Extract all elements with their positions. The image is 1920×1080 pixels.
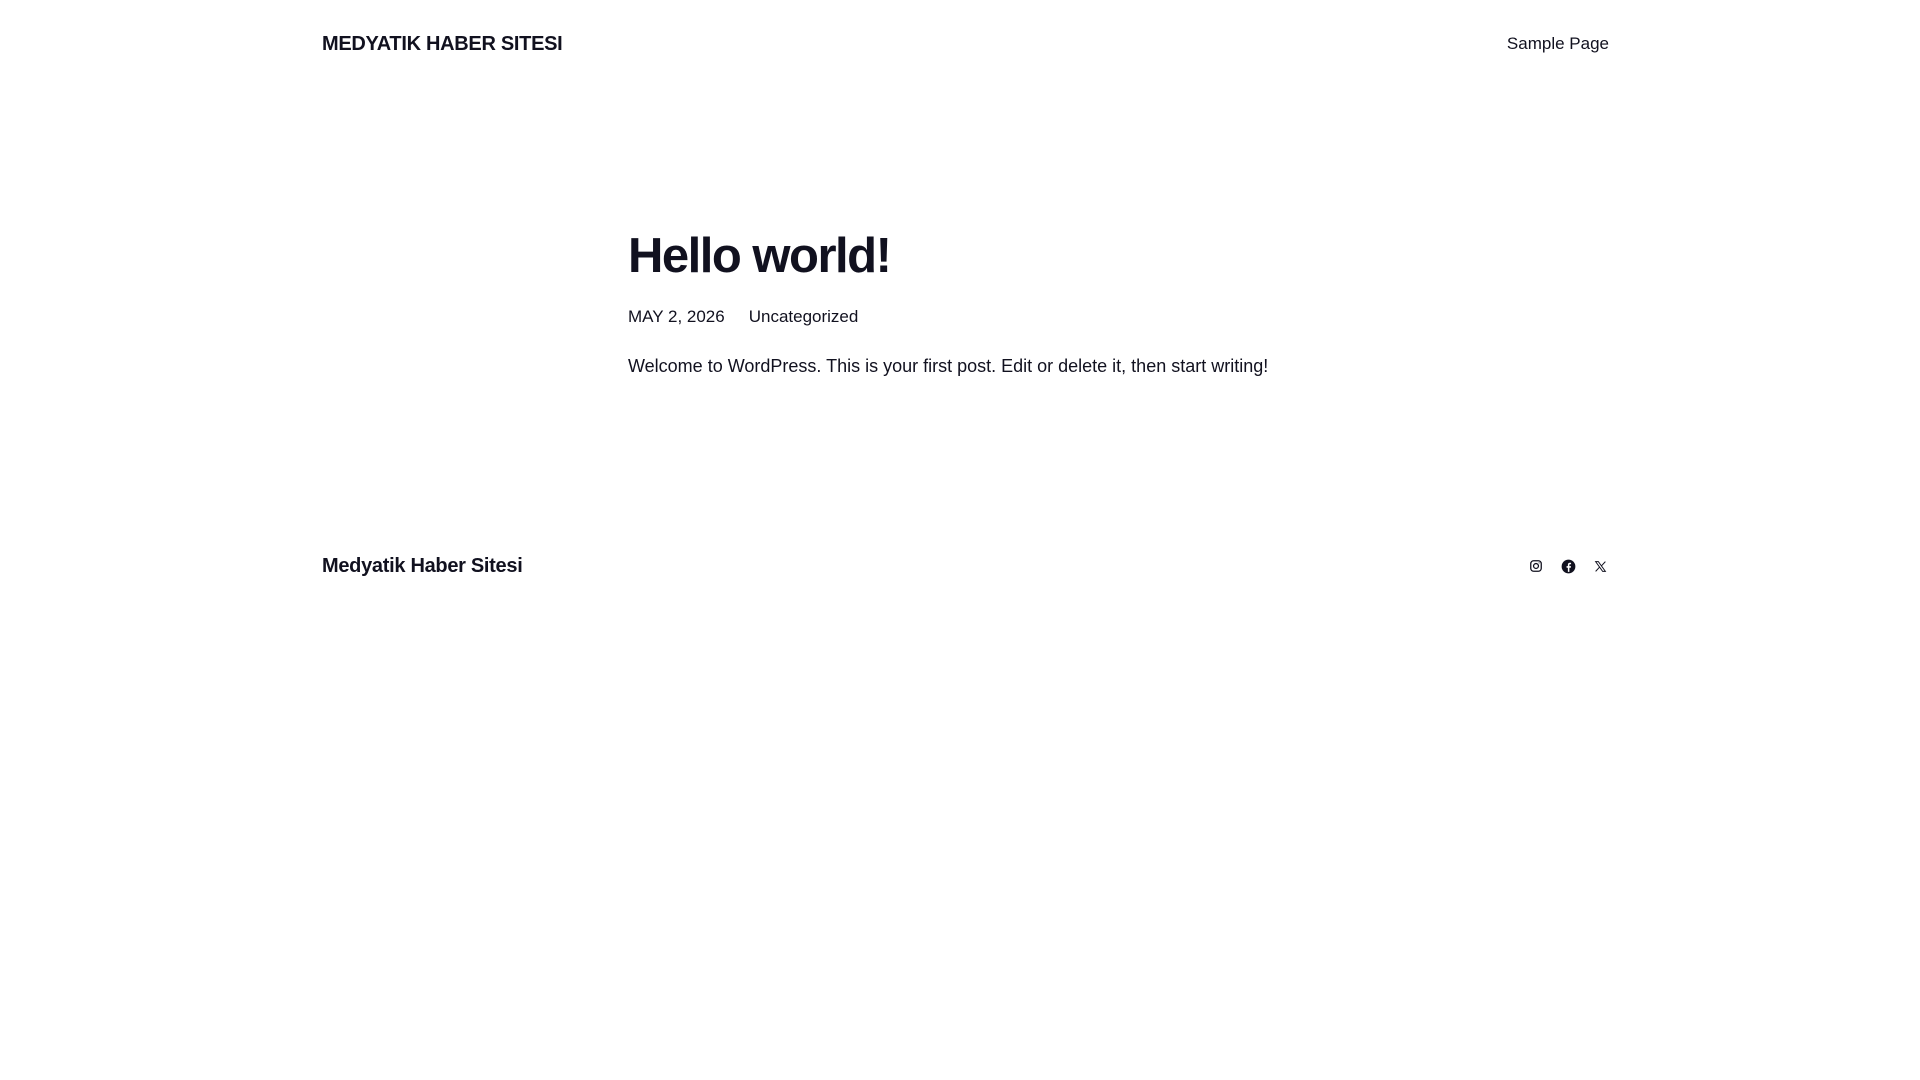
primary-nav: Sample Page bbox=[1507, 34, 1609, 54]
x-twitter-icon bbox=[1594, 560, 1607, 573]
post-title[interactable]: Hello world! bbox=[628, 222, 1328, 290]
x-twitter-link[interactable] bbox=[1591, 557, 1609, 575]
site-title-link[interactable]: MEDYATIK HABER SITESI bbox=[322, 33, 563, 56]
post-main: Hello world! MAY 2, 2026 Uncategorized W… bbox=[628, 222, 1328, 379]
instagram-link[interactable] bbox=[1527, 557, 1545, 575]
post-meta: MAY 2, 2026 Uncategorized bbox=[628, 307, 1328, 327]
post-category-link[interactable]: Uncategorized bbox=[749, 307, 859, 327]
page: MEDYATIK HABER SITESI Sample Page Hello … bbox=[0, 0, 1920, 1080]
facebook-link[interactable] bbox=[1559, 557, 1577, 575]
footer-site-title[interactable]: Medyatik Haber Sitesi bbox=[322, 555, 523, 578]
facebook-icon bbox=[1561, 559, 1576, 574]
social-links bbox=[1527, 557, 1609, 575]
post-date: MAY 2, 2026 bbox=[628, 307, 725, 326]
post-excerpt: Welcome to WordPress. This is your first… bbox=[628, 356, 1269, 376]
site-footer: Medyatik Haber Sitesi bbox=[322, 551, 1609, 581]
instagram-icon bbox=[1529, 559, 1543, 573]
nav-item-sample-page[interactable]: Sample Page bbox=[1507, 34, 1609, 53]
site-header: MEDYATIK HABER SITESI Sample Page bbox=[322, 29, 1609, 59]
